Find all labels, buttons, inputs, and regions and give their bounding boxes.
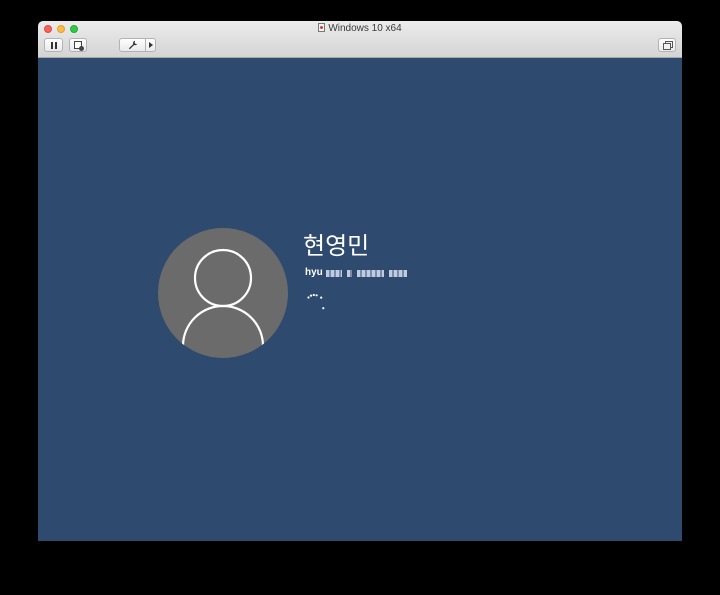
user-email-text: hyu xyxy=(305,267,323,278)
snapshot-button[interactable] xyxy=(69,38,87,52)
redacted-block xyxy=(388,269,407,277)
settings-button[interactable] xyxy=(120,39,146,51)
snapshot-icon xyxy=(74,41,84,51)
user-name: 현영민 xyxy=(303,232,370,260)
redacted-block xyxy=(356,269,384,277)
lock-screen: 현영민 hyu xyxy=(38,58,682,541)
window-title-text: Windows 10 x64 xyxy=(328,23,402,34)
wrench-icon xyxy=(128,40,137,50)
settings-button-group xyxy=(119,38,156,52)
vm-icon xyxy=(318,23,326,32)
pause-icon xyxy=(50,41,57,49)
loading-spinner xyxy=(306,292,328,314)
redacted-block xyxy=(346,269,352,277)
restore-button[interactable] xyxy=(658,38,676,52)
chevron-right-icon xyxy=(148,42,153,48)
window-restore-icon xyxy=(662,41,673,50)
user-avatar xyxy=(158,228,288,358)
title-bar[interactable]: Windows 10 x64 xyxy=(38,21,682,58)
user-icon xyxy=(181,248,265,347)
window-title: Windows 10 x64 xyxy=(38,23,682,35)
pause-button[interactable] xyxy=(44,38,63,52)
user-email: hyu xyxy=(305,266,407,280)
vm-window: Windows 10 x64 현영민 hyu xyxy=(38,21,682,541)
redacted-block xyxy=(325,269,342,277)
loading-spinner-icon xyxy=(307,293,325,310)
settings-menu-button[interactable] xyxy=(146,39,155,51)
